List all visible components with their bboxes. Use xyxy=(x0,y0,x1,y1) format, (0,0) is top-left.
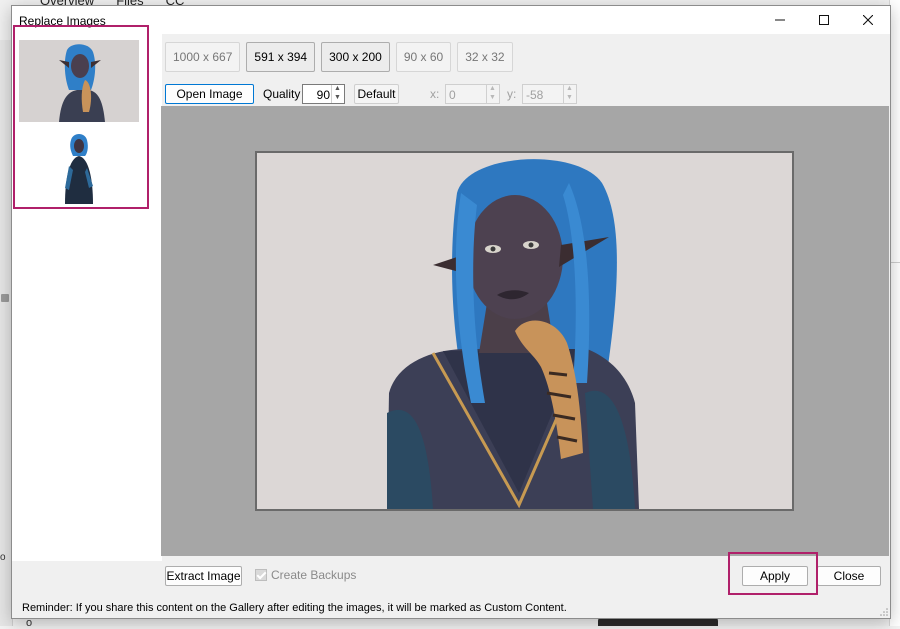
spin-down-icon: ▼ xyxy=(566,94,573,101)
y-offset-value: -58 xyxy=(526,88,544,102)
apply-highlight-box xyxy=(728,552,818,595)
spin-up-icon: ▲ xyxy=(566,85,573,92)
default-button[interactable]: Default xyxy=(354,84,399,104)
minimize-button[interactable] xyxy=(758,6,802,34)
quality-value: 90 xyxy=(316,88,330,102)
close-icon xyxy=(863,15,873,25)
size-button-row: 1000 x 667 591 x 394 300 x 200 90 x 60 3… xyxy=(165,42,513,72)
size-button-1000x667[interactable]: 1000 x 667 xyxy=(165,42,241,72)
minimize-icon xyxy=(775,19,785,21)
x-offset-value: 0 xyxy=(449,88,456,102)
image-preview-area xyxy=(161,106,889,556)
replace-images-dialog: Replace Images 1000 x 667 591 x 394 300 … xyxy=(11,5,891,619)
x-spinner-arrows: ▲ ▼ xyxy=(486,85,499,103)
y-label: y: xyxy=(507,87,517,101)
open-image-button[interactable]: Open Image xyxy=(165,84,254,104)
extract-image-button[interactable]: Extract Image xyxy=(165,566,242,586)
create-backups-checkbox[interactable] xyxy=(255,569,267,581)
x-offset-spinner: 0 ▲ ▼ xyxy=(445,84,500,104)
character-portrait-image xyxy=(257,153,792,509)
thumbnails-highlight-box xyxy=(13,25,149,209)
preview-image-frame[interactable] xyxy=(255,151,794,511)
spin-down-icon: ▼ xyxy=(489,94,496,101)
maximize-icon xyxy=(819,15,829,25)
size-button-32x32[interactable]: 32 x 32 xyxy=(457,42,513,72)
spin-down-icon[interactable]: ▼ xyxy=(334,94,341,102)
create-backups-option[interactable]: Create Backups xyxy=(255,568,356,582)
create-backups-label: Create Backups xyxy=(271,568,357,582)
background-left-text: o xyxy=(0,552,6,563)
spin-up-icon: ▲ xyxy=(489,85,496,92)
size-button-90x60[interactable]: 90 x 60 xyxy=(395,42,452,72)
background-scroll-arrow-icon xyxy=(1,294,9,302)
maximize-button[interactable] xyxy=(802,6,846,34)
reminder-text: Reminder: If you share this content on t… xyxy=(22,602,567,614)
x-label: x: xyxy=(430,87,440,101)
quality-label: Quality xyxy=(263,87,301,101)
spin-up-icon[interactable]: ▲ xyxy=(334,85,341,93)
y-offset-spinner: -58 ▲ ▼ xyxy=(522,84,577,104)
quality-spinner-arrows[interactable]: ▲ ▼ xyxy=(331,85,344,103)
y-spinner-arrows: ▲ ▼ xyxy=(563,85,576,103)
controls-row: Open Image Quality 90 ▲ ▼ Default x: 0 ▲… xyxy=(165,84,885,106)
quality-spinner[interactable]: 90 ▲ ▼ xyxy=(302,84,345,104)
resize-grip-icon[interactable] xyxy=(880,608,888,616)
size-button-300x200[interactable]: 300 x 200 xyxy=(321,42,390,72)
size-button-591x394[interactable]: 591 x 394 xyxy=(246,42,316,72)
close-button[interactable]: Close xyxy=(817,566,881,586)
close-window-button[interactable] xyxy=(846,6,890,34)
